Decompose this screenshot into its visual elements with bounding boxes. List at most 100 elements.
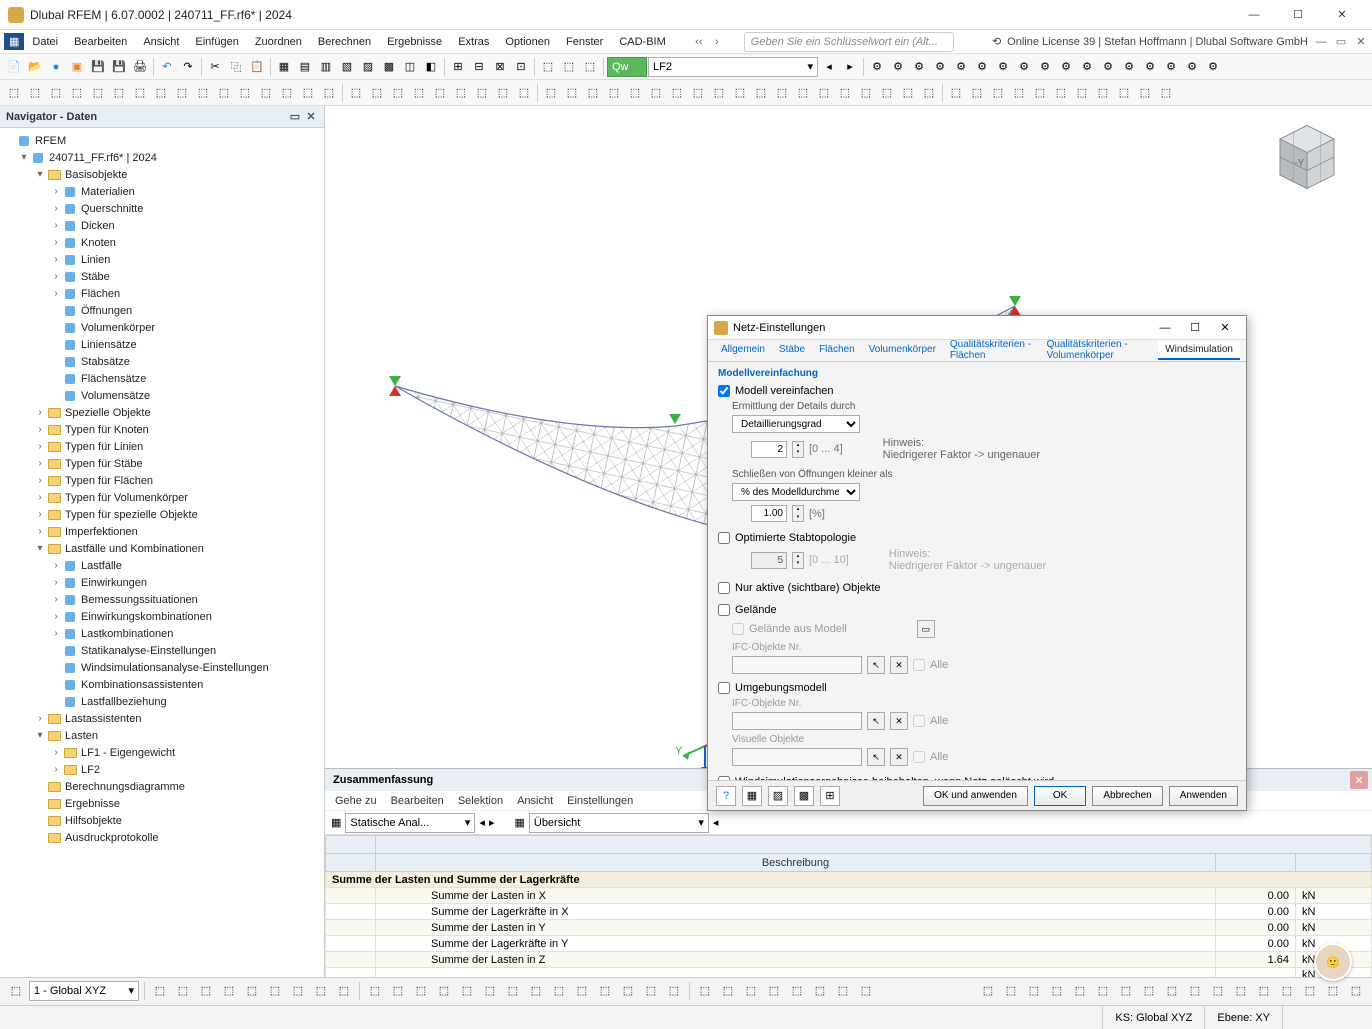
tree-file[interactable]: ▾240711_FF.rf6* | 2024 [0,149,324,166]
tb2-20[interactable]: ⬚ [409,83,429,103]
analysis-dropdown[interactable]: Statische Anal...▾ [345,813,475,833]
tree-basis-6[interactable]: ›Flächen [0,285,324,302]
tb2-51[interactable]: ⬚ [1072,83,1092,103]
dlg-tab-qv[interactable]: Qualitätskriterien - Volumenkörper [1040,336,1159,366]
cs-dropdown[interactable]: 1 - Global XYZ▾ [29,981,139,1001]
st-r12[interactable]: ⬚ [1231,981,1251,1001]
inner-minimize[interactable]: — [1314,35,1328,49]
tb2-13[interactable]: ⬚ [256,83,276,103]
print-icon[interactable]: 🖨 [130,57,150,77]
tb-b3[interactable]: ⊠ [490,57,510,77]
tree-lf-1[interactable]: ›Einwirkungen [0,574,324,591]
tb2-52[interactable]: ⬚ [1093,83,1113,103]
tb-d15[interactable]: ⚙ [1161,57,1181,77]
st-24[interactable]: ⬚ [664,981,684,1001]
st-14[interactable]: ⬚ [434,981,454,1001]
st-25[interactable]: ⬚ [695,981,715,1001]
tree-lf-7[interactable]: Kombinationsassistenten [0,676,324,693]
menu-ergebnisse[interactable]: Ergebnisse [379,33,450,51]
tb-d14[interactable]: ⚙ [1140,57,1160,77]
st-21[interactable]: ⬚ [595,981,615,1001]
tree-grp1-7[interactable]: ›Imperfektionen [0,523,324,540]
tb-a5[interactable]: ▨ [358,57,378,77]
tb-d16[interactable]: ⚙ [1182,57,1202,77]
save-icon[interactable]: 💾 [88,57,108,77]
tree-lf-2[interactable]: ›Bemessungssituationen [0,591,324,608]
tree-grp1-3[interactable]: ›Typen für Stäbe [0,455,324,472]
tb2-28[interactable]: ⬚ [583,83,603,103]
st-18[interactable]: ⬚ [526,981,546,1001]
st-31[interactable]: ⬚ [833,981,853,1001]
minimize-button[interactable]: — [1232,1,1276,29]
cut-icon[interactable]: ✂ [205,57,225,77]
st-6[interactable]: ⬚ [242,981,262,1001]
st-22[interactable]: ⬚ [618,981,638,1001]
new-icon[interactable]: 📄 [4,57,24,77]
st-r14[interactable]: ⬚ [1277,981,1297,1001]
tb-b1[interactable]: ⊞ [448,57,468,77]
drop-detail-method[interactable]: Detaillierungsgrad [732,415,860,433]
tb-a3[interactable]: ▥ [316,57,336,77]
drop-close-method[interactable]: % des Modelldurchmessers [732,483,860,501]
tree-basis-0[interactable]: ›Materialien [0,183,324,200]
tb-d8[interactable]: ⚙ [1014,57,1034,77]
tree-grp1-5[interactable]: ›Typen für Volumenkörper [0,489,324,506]
input-detail-level[interactable] [751,441,787,458]
tree-basis-3[interactable]: ›Knoten [0,234,324,251]
overview-dropdown[interactable]: Übersicht▾ [529,813,709,833]
tb2-39[interactable]: ⬚ [814,83,834,103]
tb-a8[interactable]: ◧ [421,57,441,77]
menu-bearbeiten[interactable]: Bearbeiten [66,33,135,51]
dlg-help-icon[interactable]: ? [716,786,736,806]
close-button[interactable]: ✕ [1320,1,1364,29]
tb2-47[interactable]: ⬚ [988,83,1008,103]
st-32[interactable]: ⬚ [856,981,876,1001]
tb2-30[interactable]: ⬚ [625,83,645,103]
loadcase-dropdown[interactable]: LF2▾ [648,57,818,77]
tb2-32[interactable]: ⬚ [667,83,687,103]
tb2-23[interactable]: ⬚ [472,83,492,103]
open-icon[interactable]: 📂 [25,57,45,77]
tree-grp2-0[interactable]: ›Lastassistenten [0,710,324,727]
sum-menu-goto[interactable]: Gehe zu [335,795,377,807]
tb2-5[interactable]: ⬚ [88,83,108,103]
st-r13[interactable]: ⬚ [1254,981,1274,1001]
st-r16[interactable]: ⬚ [1323,981,1343,1001]
tb2-8[interactable]: ⬚ [151,83,171,103]
tb-b2[interactable]: ⊟ [469,57,489,77]
tb2-10[interactable]: ⬚ [193,83,213,103]
tb2-38[interactable]: ⬚ [793,83,813,103]
tb2-9[interactable]: ⬚ [172,83,192,103]
tree-grp3-1[interactable]: Ergebnisse [0,795,324,812]
st-12[interactable]: ⬚ [388,981,408,1001]
tb-d13[interactable]: ⚙ [1119,57,1139,77]
tree-basis-7[interactable]: Öffnungen [0,302,324,319]
lc-next-icon[interactable]: ▸ [840,57,860,77]
globe-icon[interactable]: ● [46,57,66,77]
st-23[interactable]: ⬚ [641,981,661,1001]
sum-nav-prev[interactable]: ◂ [479,816,485,829]
tb2-7[interactable]: ⬚ [130,83,150,103]
tb-d5[interactable]: ⚙ [951,57,971,77]
tree-basis-9[interactable]: Liniensätze [0,336,324,353]
st-r3[interactable]: ⬚ [1024,981,1044,1001]
st-9[interactable]: ⬚ [311,981,331,1001]
tree-lasten-grp[interactable]: ▾Lasten [0,727,324,744]
tree-lf-6[interactable]: Windsimulationsanalyse-Einstellungen [0,659,324,676]
assistant-avatar-icon[interactable]: 🙂 [1314,943,1352,981]
sum-nav-prev2[interactable]: ◂ [713,816,719,829]
dlg-close[interactable]: ✕ [1210,317,1240,339]
tb-c2[interactable]: ⬚ [559,57,579,77]
st-10[interactable]: ⬚ [334,981,354,1001]
dlg-tool1-icon[interactable]: ▦ [742,786,762,806]
lc-prev-icon[interactable]: ◂ [819,57,839,77]
tb-a6[interactable]: ▩ [379,57,399,77]
tb2-35[interactable]: ⬚ [730,83,750,103]
dlg-maximize[interactable]: ☐ [1180,317,1210,339]
st-r15[interactable]: ⬚ [1300,981,1320,1001]
tb-d9[interactable]: ⚙ [1035,57,1055,77]
tb2-33[interactable]: ⬚ [688,83,708,103]
tree-grp1-1[interactable]: ›Typen für Knoten [0,421,324,438]
btn-ok-and-apply[interactable]: OK und anwenden [923,786,1028,806]
st-13[interactable]: ⬚ [411,981,431,1001]
